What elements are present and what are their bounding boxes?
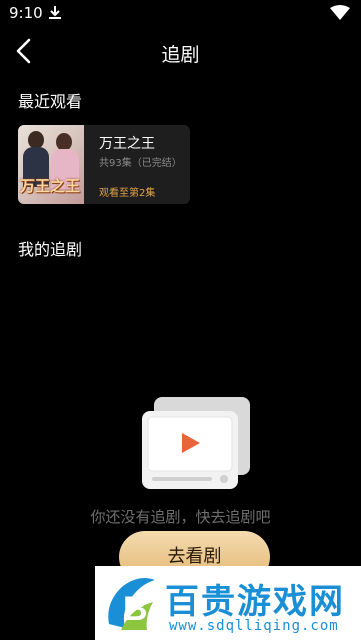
watch-progress: 观看至第2集 <box>99 188 156 199</box>
my-dramas-section-title: 我的追剧 <box>18 240 83 259</box>
drama-title: 万王之王 <box>99 136 155 152</box>
status-bar: 9:10 <box>0 0 361 26</box>
watermark-logo-icon: B <box>108 578 155 630</box>
status-time: 9:10 <box>9 4 43 22</box>
wifi-icon <box>330 5 350 20</box>
recent-section-title: 最近观看 <box>18 92 83 111</box>
download-icon <box>49 6 61 19</box>
watermark-url: www.sdqlliqing.com <box>169 618 339 634</box>
svg-text:B: B <box>123 590 148 628</box>
cover-title-text: 万王之王 <box>20 177 81 195</box>
empty-state-text: 你还没有追剧，快去追剧吧 <box>90 508 271 526</box>
empty-video-icon <box>142 397 250 489</box>
watermark-banner: B 百贵游戏网 www.sdqlliqing.com <box>95 566 361 640</box>
drama-episode-count: 共93集（已完结） <box>99 158 182 169</box>
top-bar: 追剧 <box>0 30 361 74</box>
recent-drama-card[interactable]: 万王之王 万王之王 共93集（已完结） 观看至第2集 <box>18 125 190 204</box>
watermark-brand: 百贵游戏网 <box>165 582 345 622</box>
drama-cover-image[interactable]: 万王之王 <box>18 125 84 204</box>
page-title: 追剧 <box>161 44 200 66</box>
